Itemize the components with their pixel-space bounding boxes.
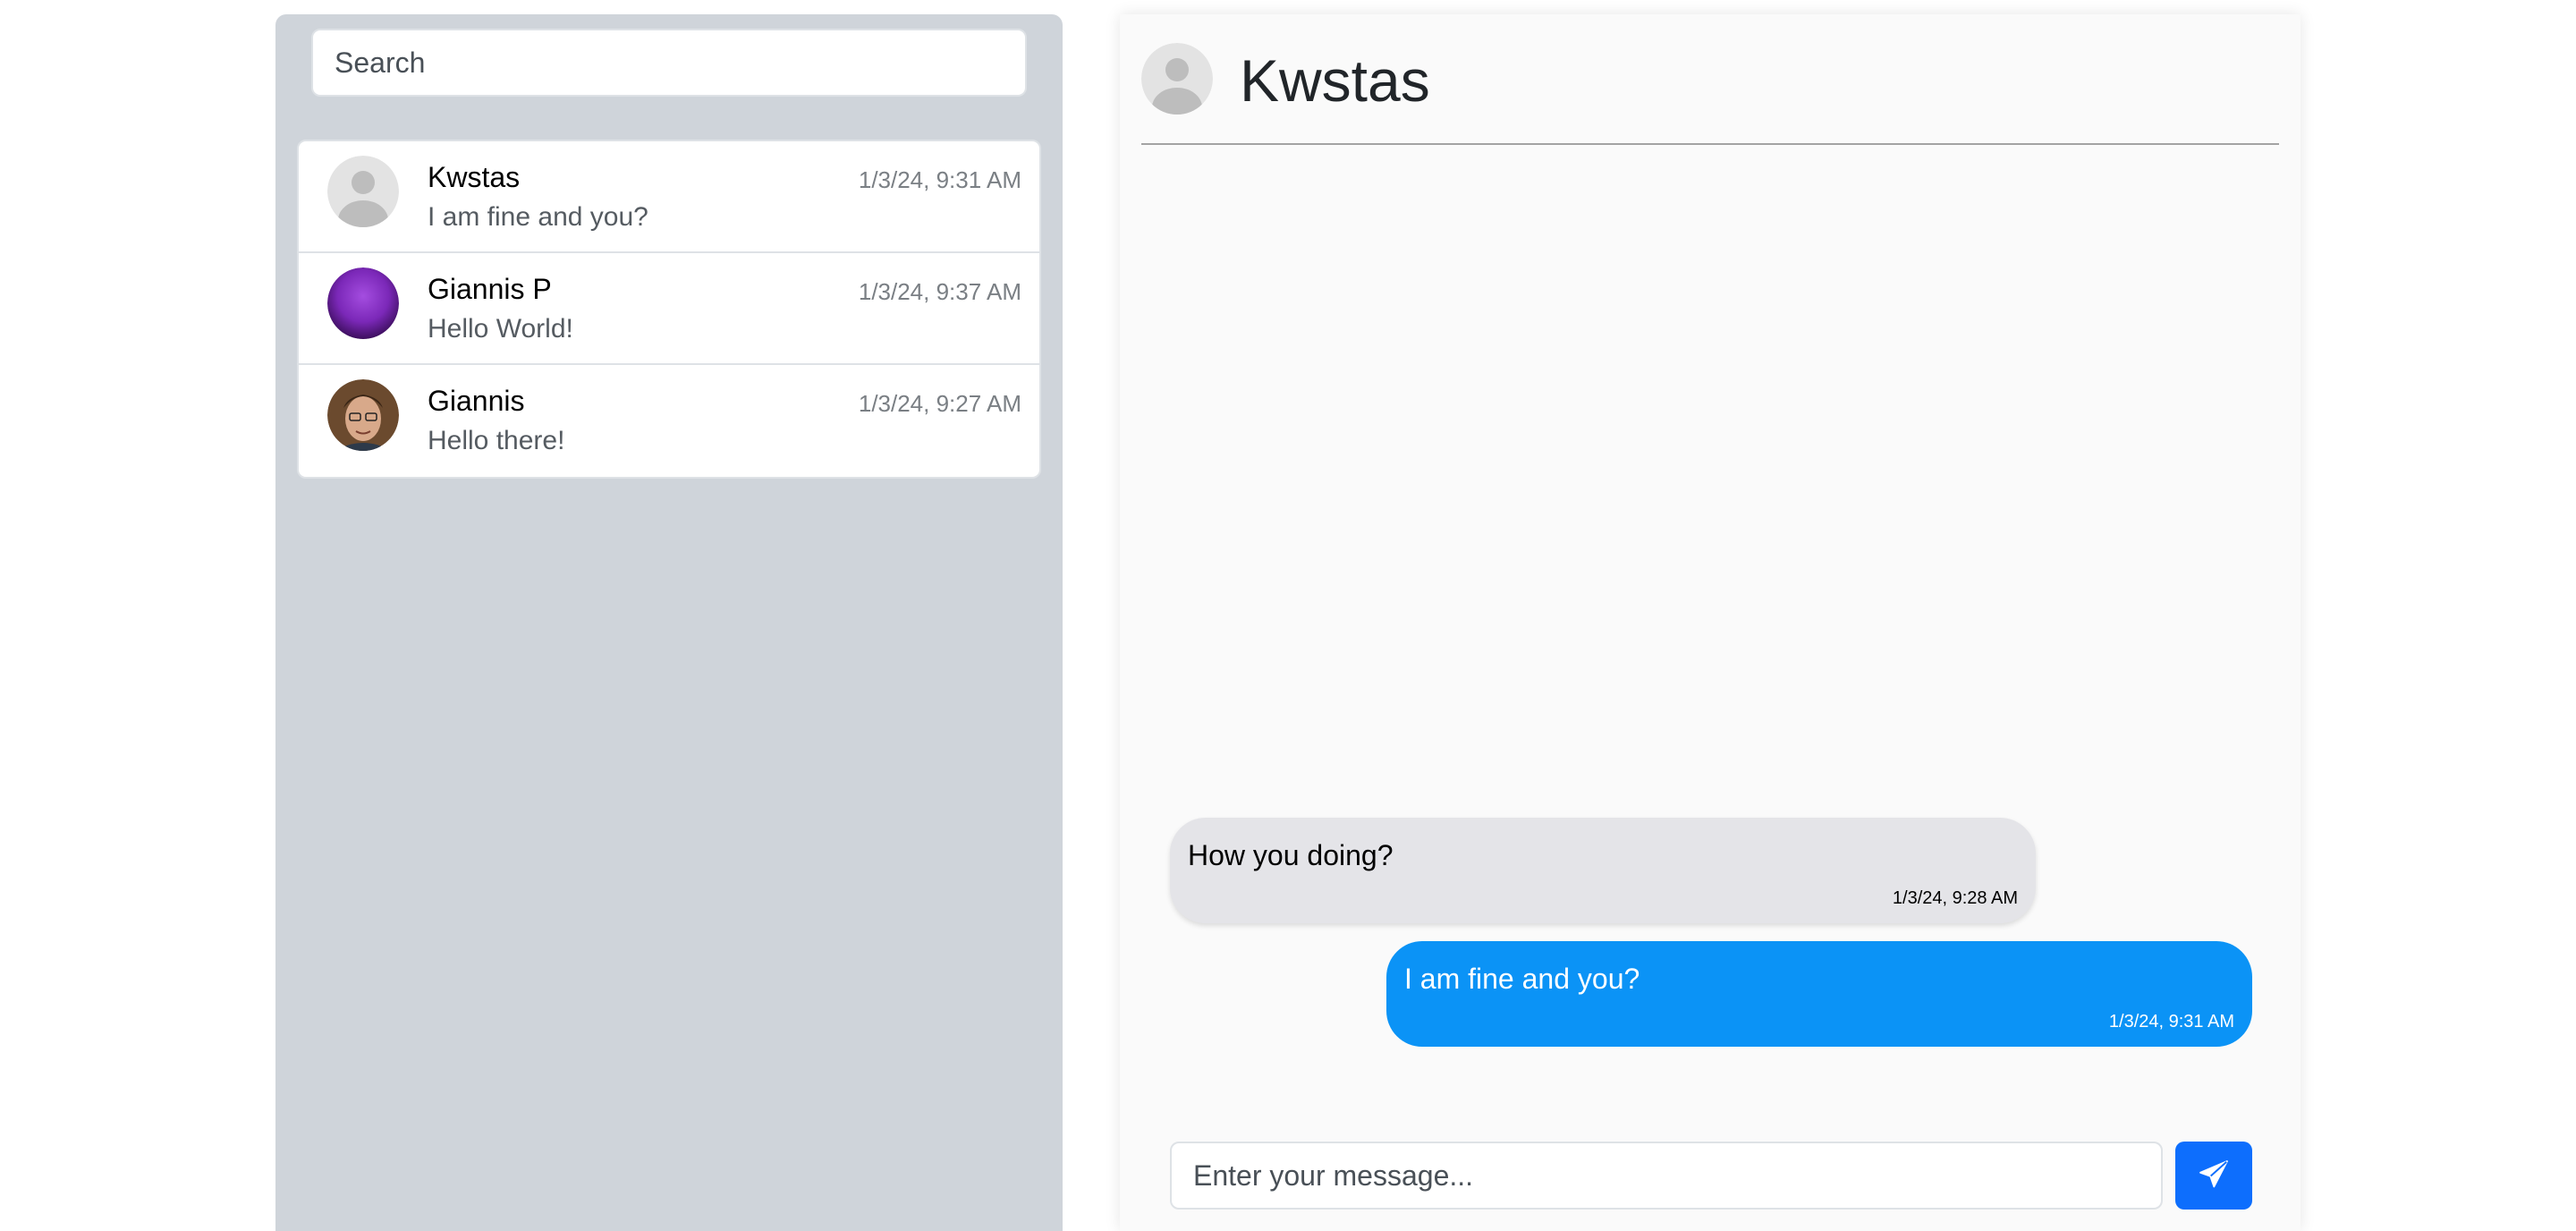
chat-header: Kwstas [1141,14,2279,145]
outgoing-message: I am fine and you? 1/3/24, 9:31 AM [1386,941,2252,1047]
conversation-list: Kwstas 1/3/24, 9:31 AM I am fine and you… [297,140,1041,479]
message-time: 1/3/24, 9:31 AM [2108,1012,2234,1031]
incoming-message: How you doing? 1/3/24, 9:28 AM [1170,818,2036,923]
send-button[interactable] [2175,1142,2252,1210]
conversation-name: Giannis P [428,273,552,305]
photo-avatar-image [327,379,399,451]
conversation-item-kwstas[interactable]: Kwstas 1/3/24, 9:31 AM I am fine and you… [299,141,1039,253]
conversation-preview: Hello World! [428,314,573,344]
conversation-name: Kwstas [428,161,521,193]
chat-panel: Kwstas How you doing? 1/3/24, 9:28 AM I … [1120,14,2301,1231]
conversation-name: Giannis [428,385,525,417]
conversation-item-giannis-p[interactable]: Giannis P 1/3/24, 9:37 AM Hello World! [299,253,1039,365]
message-time: 1/3/24, 9:28 AM [1892,888,2018,908]
paper-plane-icon [2198,1159,2230,1193]
default-avatar-icon [1141,43,1213,115]
conversation-sidebar: Kwstas 1/3/24, 9:31 AM I am fine and you… [275,14,1063,1231]
chat-title: Kwstas [1240,47,1430,114]
message-text: How you doing? [1188,839,1394,871]
conversation-item-giannis[interactable]: Giannis 1/3/24, 9:27 AM Hello there! [299,365,1039,477]
conversation-preview: Hello there! [428,426,565,455]
purple-avatar-image [327,267,399,339]
message-text: I am fine and you? [1404,963,1640,995]
conversation-preview: I am fine and you? [428,202,648,232]
search-input[interactable] [311,29,1027,97]
default-avatar-icon [327,156,399,227]
conversation-time: 1/3/24, 9:27 AM [858,390,1021,417]
message-input[interactable] [1170,1142,2163,1210]
conversation-time: 1/3/24, 9:31 AM [858,166,1021,193]
conversation-time: 1/3/24, 9:37 AM [858,278,1021,305]
